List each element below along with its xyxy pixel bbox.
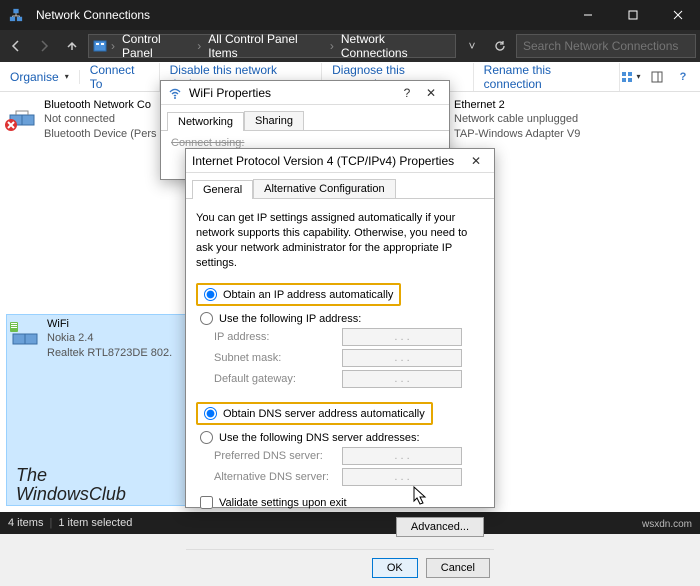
ok-button[interactable]: OK bbox=[372, 558, 418, 578]
radio-use-dns-manual[interactable]: Use the following DNS server addresses: bbox=[200, 431, 484, 444]
status-item-count: 4 items bbox=[8, 517, 43, 529]
control-panel-icon bbox=[93, 39, 107, 53]
ipv4-dialog-close-button[interactable]: ✕ bbox=[464, 154, 488, 168]
wifi-dialog-title: WiFi Properties bbox=[189, 86, 395, 100]
radio-dns-manual-input[interactable] bbox=[200, 431, 213, 444]
ipv4-dialog-title: Internet Protocol Version 4 (TCP/IPv4) P… bbox=[192, 154, 464, 168]
chevron-right-icon: › bbox=[197, 39, 201, 53]
field-alt-dns: Alternative DNS server: . . . bbox=[214, 468, 484, 486]
ipv4-description: You can get IP settings assigned automat… bbox=[196, 211, 484, 270]
up-button[interactable] bbox=[60, 34, 84, 58]
tab-alt-config[interactable]: Alternative Configuration bbox=[253, 179, 395, 198]
connection-name: Bluetooth Network Co bbox=[44, 98, 157, 112]
radio-use-ip-manual[interactable]: Use the following IP address: bbox=[200, 312, 484, 325]
breadcrumb[interactable]: › Control Panel › All Control Panel Item… bbox=[88, 34, 456, 58]
wifi-tabs: Networking Sharing bbox=[161, 105, 449, 131]
validate-settings-checkbox[interactable] bbox=[200, 496, 213, 509]
default-gateway-input: . . . bbox=[342, 370, 462, 388]
wsxdn-watermark: wsxdn.com bbox=[642, 519, 692, 530]
history-dropdown[interactable]: ˅ bbox=[460, 34, 484, 58]
ipv4-properties-dialog: Internet Protocol Version 4 (TCP/IPv4) P… bbox=[185, 148, 495, 508]
cancel-button[interactable]: Cancel bbox=[426, 558, 490, 578]
field-subnet-mask: Subnet mask: . . . bbox=[214, 349, 484, 367]
ipv4-tabs: General Alternative Configuration bbox=[186, 173, 494, 199]
maximize-button[interactable] bbox=[610, 0, 655, 30]
connection-status: Nokia 2.4 bbox=[47, 331, 172, 345]
titlebar: Network Connections bbox=[0, 0, 700, 30]
network-icon bbox=[8, 7, 24, 23]
radio-ip-auto-input[interactable] bbox=[204, 288, 217, 301]
radio-obtain-ip-auto[interactable]: Obtain an IP address automatically bbox=[196, 283, 401, 306]
view-options-button[interactable] bbox=[620, 66, 642, 88]
bluetooth-icon bbox=[6, 98, 38, 130]
window-title: Network Connections bbox=[32, 8, 565, 22]
cursor-icon bbox=[413, 486, 429, 506]
wifi-dialog-close-button[interactable]: ✕ bbox=[419, 86, 443, 100]
help-button[interactable]: ? bbox=[672, 66, 694, 88]
radio-dns-auto-input[interactable] bbox=[204, 407, 217, 420]
connect-to-button[interactable]: Connect To bbox=[80, 63, 160, 91]
wifi-dialog-titlebar[interactable]: WiFi Properties ? ✕ bbox=[161, 81, 449, 105]
connection-name: Ethernet 2 bbox=[454, 98, 580, 112]
organise-menu[interactable]: Organise bbox=[0, 70, 80, 84]
crumb-all-items[interactable]: All Control Panel Items bbox=[205, 32, 326, 60]
connection-status: Network cable unplugged bbox=[454, 112, 580, 126]
windowsclub-watermark: The WindowsClub bbox=[16, 466, 126, 504]
close-button[interactable] bbox=[655, 0, 700, 30]
tab-sharing[interactable]: Sharing bbox=[244, 111, 304, 130]
forward-button[interactable] bbox=[32, 34, 56, 58]
chevron-right-icon: › bbox=[330, 39, 334, 53]
field-default-gateway: Default gateway: . . . bbox=[214, 370, 484, 388]
radio-obtain-dns-auto[interactable]: Obtain DNS server address automatically bbox=[196, 402, 433, 425]
advanced-button[interactable]: Advanced... bbox=[396, 517, 484, 537]
field-preferred-dns: Preferred DNS server: . . . bbox=[214, 447, 484, 465]
field-ip-address: IP address: . . . bbox=[214, 328, 484, 346]
wifi-icon bbox=[167, 85, 183, 101]
crumb-control-panel[interactable]: Control Panel bbox=[119, 32, 193, 60]
validate-settings-checkbox-row[interactable]: Validate settings upon exit bbox=[200, 496, 484, 509]
preview-pane-button[interactable] bbox=[646, 66, 668, 88]
connection-status: Not connected bbox=[44, 112, 157, 126]
ipv4-dialog-titlebar[interactable]: Internet Protocol Version 4 (TCP/IPv4) P… bbox=[186, 149, 494, 173]
wifi-icon bbox=[9, 317, 41, 349]
status-selected-count: 1 item selected bbox=[58, 517, 132, 529]
preferred-dns-input: . . . bbox=[342, 447, 462, 465]
connection-name: WiFi bbox=[47, 317, 172, 331]
ip-address-input: . . . bbox=[342, 328, 462, 346]
connection-device: Bluetooth Device (Pers bbox=[44, 127, 157, 141]
refresh-button[interactable] bbox=[488, 34, 512, 58]
address-bar: › Control Panel › All Control Panel Item… bbox=[0, 30, 700, 62]
tab-general[interactable]: General bbox=[192, 180, 253, 199]
minimize-button[interactable] bbox=[565, 0, 610, 30]
tab-networking[interactable]: Networking bbox=[167, 112, 244, 131]
rename-button[interactable]: Rename this connection bbox=[474, 63, 620, 91]
wifi-dialog-help-button[interactable]: ? bbox=[395, 86, 419, 100]
search-input[interactable] bbox=[516, 34, 696, 58]
alt-dns-input: . . . bbox=[342, 468, 462, 486]
connection-device: TAP-Windows Adapter V9 bbox=[454, 127, 580, 141]
chevron-right-icon: › bbox=[111, 39, 115, 53]
connection-device: Realtek RTL8723DE 802. bbox=[47, 346, 172, 360]
radio-ip-manual-input[interactable] bbox=[200, 312, 213, 325]
subnet-mask-input: . . . bbox=[342, 349, 462, 367]
crumb-network-connections[interactable]: Network Connections bbox=[338, 32, 451, 60]
back-button[interactable] bbox=[4, 34, 28, 58]
